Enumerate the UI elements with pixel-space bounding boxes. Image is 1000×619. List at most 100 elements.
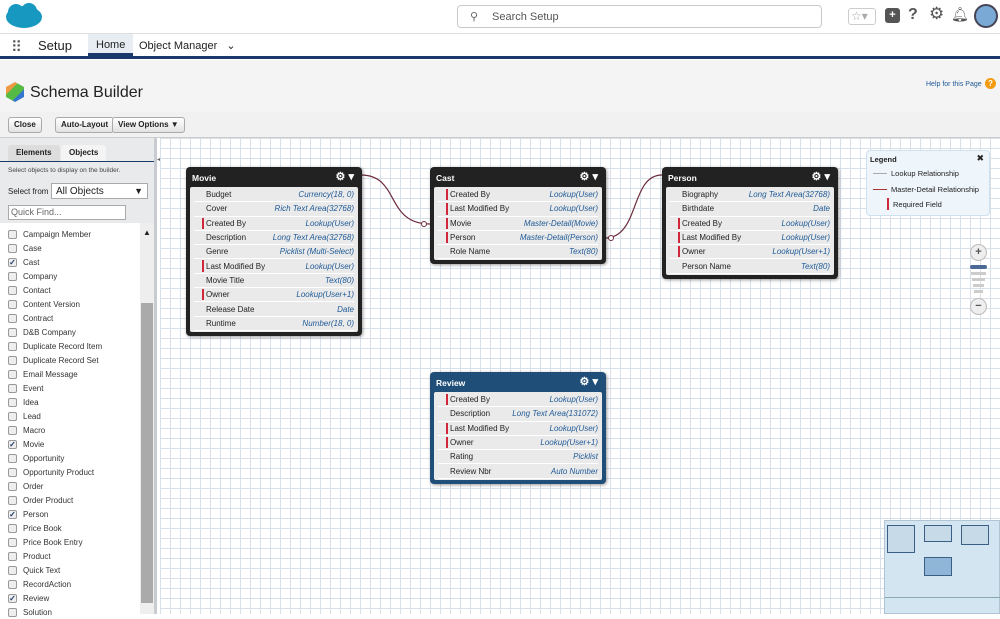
object-list-item[interactable]: Opportunity Product xyxy=(8,465,94,479)
object-list-item[interactable]: Price Book Entry xyxy=(8,535,83,549)
favorites-star-icon[interactable]: ☆▾ xyxy=(848,8,876,25)
object-list-item[interactable]: Price Book xyxy=(8,521,62,535)
object-card-person[interactable]: Person ⚙ ▾ Biography Long Text Area(32768) B… xyxy=(662,167,838,279)
gear-icon[interactable]: ⚙ ▾ xyxy=(580,170,598,183)
field-row[interactable]: Release Date Date xyxy=(194,302,354,317)
object-list-item[interactable]: Order Product xyxy=(8,493,73,507)
field-row[interactable]: Created By Lookup(User) xyxy=(194,217,354,231)
checkbox[interactable] xyxy=(8,299,17,309)
field-row[interactable]: Created By Lookup(User) xyxy=(670,217,830,231)
checkbox[interactable] xyxy=(8,565,17,575)
checkbox[interactable] xyxy=(8,355,17,365)
field-row[interactable]: Last Modified By Lookup(User) xyxy=(194,259,354,274)
object-list-item[interactable]: RecordAction xyxy=(8,577,71,591)
checkbox[interactable] xyxy=(8,481,17,491)
object-card-header[interactable]: Cast ⚙ ▾ xyxy=(434,167,602,187)
field-row[interactable]: Budget Currency(18, 0) xyxy=(194,188,354,203)
object-list-item[interactable]: Quick Text xyxy=(8,563,60,577)
field-row[interactable]: Created By Lookup(User) xyxy=(438,188,598,203)
gear-icon[interactable]: ⚙ xyxy=(929,4,944,24)
field-row[interactable]: Person Name Text(80) xyxy=(670,259,830,274)
checkbox[interactable] xyxy=(8,411,17,421)
object-list-item[interactable]: Lead xyxy=(8,409,41,423)
field-row[interactable]: Owner Lookup(User+1) xyxy=(670,245,830,260)
object-card-header[interactable]: Review ⚙ ▾ xyxy=(434,372,602,392)
checkbox[interactable] xyxy=(8,369,17,379)
tab-home[interactable]: Home xyxy=(88,34,134,56)
checkbox[interactable] xyxy=(8,425,17,435)
object-card-review[interactable]: Review ⚙ ▾ Created By Lookup(User) Descripti… xyxy=(430,372,606,484)
field-row[interactable]: Genre Picklist (Multi-Select) xyxy=(194,245,354,260)
checkbox[interactable] xyxy=(8,285,17,295)
field-row[interactable]: Description Long Text Area(131072) xyxy=(438,407,598,422)
object-list-item[interactable]: Solution xyxy=(8,605,52,619)
field-row[interactable]: Last Modified By Lookup(User) xyxy=(670,231,830,246)
close-button[interactable]: Close xyxy=(8,117,42,133)
scrollbar[interactable]: ▲ xyxy=(140,223,154,614)
checkbox[interactable] xyxy=(8,495,17,505)
field-row[interactable]: Role Name Text(80) xyxy=(438,245,598,260)
checkbox[interactable] xyxy=(8,327,17,337)
checkbox[interactable]: ✓ xyxy=(8,439,17,449)
help-link[interactable]: Help for this Page xyxy=(926,81,982,88)
object-card-header[interactable]: Movie ⚙ ▾ xyxy=(190,167,358,187)
zoom-in-button[interactable]: + xyxy=(970,244,987,261)
checkbox[interactable] xyxy=(8,243,17,253)
checkbox[interactable] xyxy=(8,313,17,323)
help-icon[interactable]: ? xyxy=(908,6,918,24)
checkbox[interactable] xyxy=(8,383,17,393)
quick-find-input[interactable]: Quick Find... xyxy=(8,205,126,220)
field-row[interactable]: Review Nbr Auto Number xyxy=(438,464,598,479)
object-list-item[interactable]: ✓ Person xyxy=(8,507,48,521)
view-options-button[interactable]: View Options ▼ xyxy=(112,117,185,133)
checkbox[interactable] xyxy=(8,537,17,547)
salesforce-logo[interactable] xyxy=(4,2,44,30)
checkbox[interactable] xyxy=(8,579,17,589)
movie-cast-relationship[interactable] xyxy=(360,174,431,225)
field-row[interactable]: Movie Title Text(80) xyxy=(194,274,354,289)
zoom-out-button[interactable]: − xyxy=(970,298,987,315)
object-list-item[interactable]: Email Message xyxy=(8,367,78,381)
checkbox[interactable] xyxy=(8,607,17,617)
object-list-item[interactable]: Product xyxy=(8,549,51,563)
object-list-item[interactable]: Macro xyxy=(8,423,45,437)
field-row[interactable]: Last Modified By Lookup(User) xyxy=(438,202,598,217)
object-list-item[interactable]: Event xyxy=(8,381,43,395)
object-list-item[interactable]: ✓ Cast xyxy=(8,255,39,269)
field-row[interactable]: Person Master-Detail(Person) xyxy=(438,231,598,246)
checkbox[interactable] xyxy=(8,271,17,281)
checkbox[interactable] xyxy=(8,453,17,463)
scroll-thumb[interactable] xyxy=(141,303,153,603)
legend-close-icon[interactable]: ✖ xyxy=(976,153,984,164)
checkbox[interactable]: ✓ xyxy=(8,593,17,603)
avatar[interactable] xyxy=(974,4,998,28)
object-list-item[interactable]: Opportunity xyxy=(8,451,64,465)
object-list-item[interactable]: Case xyxy=(8,241,42,255)
checkbox[interactable] xyxy=(8,229,17,239)
object-list-item[interactable]: D&B Company xyxy=(8,325,76,339)
object-list-item[interactable]: Campaign Member xyxy=(8,227,91,241)
minimap[interactable] xyxy=(884,520,1000,614)
checkbox[interactable] xyxy=(8,467,17,477)
checkbox[interactable] xyxy=(8,523,17,533)
field-row[interactable]: Biography Long Text Area(32768) xyxy=(670,188,830,203)
tab-elements[interactable]: Elements xyxy=(8,145,60,161)
object-list-item[interactable]: Duplicate Record Set xyxy=(8,353,99,367)
field-row[interactable]: Movie Master-Detail(Movie) xyxy=(438,217,598,231)
search-input[interactable]: ⚲ Search Setup xyxy=(457,5,822,28)
field-row[interactable]: Owner Lookup(User+1) xyxy=(194,288,354,303)
object-list-item[interactable]: Company xyxy=(8,269,57,283)
scroll-up-icon[interactable]: ▲ xyxy=(143,228,151,237)
add-icon[interactable]: + xyxy=(885,8,900,23)
object-list-item[interactable]: Content Version xyxy=(8,297,80,311)
object-card-header[interactable]: Person ⚙ ▾ xyxy=(666,167,834,187)
bell-icon[interactable]: 🔔︎ xyxy=(951,6,969,23)
select-from-dropdown[interactable]: All Objects ▼ xyxy=(51,183,148,199)
checkbox[interactable] xyxy=(8,397,17,407)
schema-canvas[interactable]: Movie ⚙ ▾ Budget Currency(18, 0) Cover Rich T… xyxy=(160,138,1000,614)
object-list-item[interactable]: Idea xyxy=(8,395,39,409)
checkbox[interactable] xyxy=(8,341,17,351)
app-launcher-icon[interactable]: ⠿ xyxy=(11,38,22,56)
object-list-item[interactable]: Order xyxy=(8,479,43,493)
checkbox[interactable]: ✓ xyxy=(8,509,17,519)
